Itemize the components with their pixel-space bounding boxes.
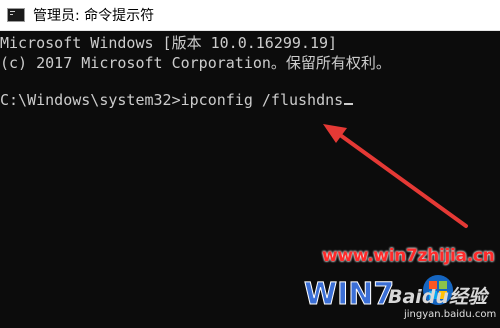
watermark-url: www.win7zhijia.cn [322,246,495,266]
watermark-subtitle: jingyan.baidu.com [404,309,497,320]
watermark: www.win7zhijia.cn WIN7 Baidu经验 jingyan.b… [300,240,500,328]
watermark-baidu: Baidu经验 [388,286,487,308]
watermark-logo-text: WIN7 [304,277,394,312]
